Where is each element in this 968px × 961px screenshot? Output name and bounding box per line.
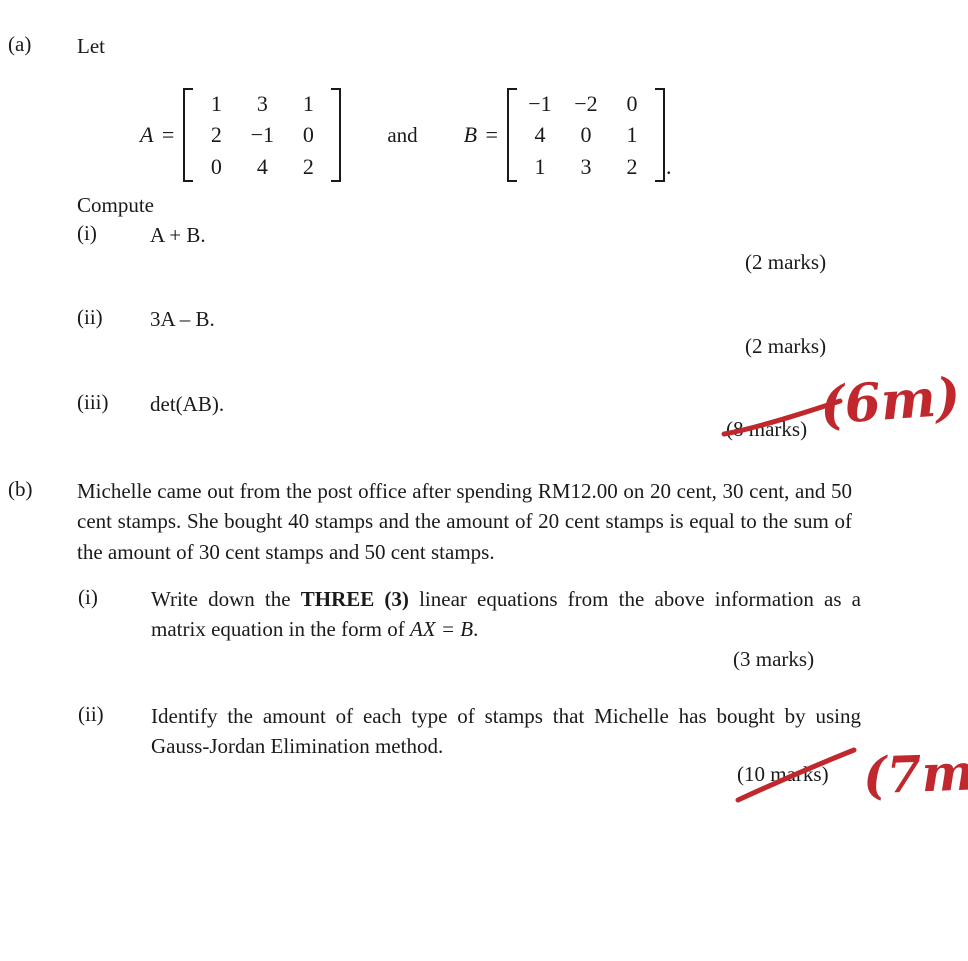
part-b-label: (b) [8, 477, 33, 501]
matrix-row: 2 −1 0 [193, 119, 331, 150]
bracket-right-icon [654, 88, 665, 183]
marks-allocation-struck: (8 marks) [726, 417, 808, 441]
part-b-item-i: (i) Write down the THREE (3) linear equa… [78, 584, 868, 645]
matrix-a-values: 1 3 1 2 −1 0 0 4 2 [193, 88, 331, 182]
marks-allocation: (3 marks) [733, 647, 815, 671]
matrix-cell: −1 [250, 122, 275, 148]
item-text-segment: Write down the [151, 587, 301, 611]
bracket-right-icon [331, 88, 342, 183]
matrix-cell: 3 [580, 153, 592, 179]
item-text: A + B. [150, 223, 206, 247]
matrix-a-name: A [140, 122, 154, 148]
matrix-b-group: B = −1 −2 0 4 0 1 1 3 2 . [463, 88, 672, 183]
matrix-b-values: −1 −2 0 4 0 1 1 3 2 [517, 88, 655, 182]
handwritten-annotation-7m: (7m) [862, 741, 968, 806]
matrix-row: 4 0 1 [517, 119, 655, 150]
matrix-cell: 2 [626, 153, 638, 179]
matrix-a-brackets: 1 3 1 2 −1 0 0 4 2 [183, 88, 342, 183]
matrix-row: 0 4 2 [193, 151, 331, 182]
matrix-b-name: B [463, 122, 478, 148]
conjunction-and: and [387, 122, 418, 147]
matrix-cell: 2 [302, 153, 314, 179]
part-b-item-ii: (ii) Identify the amount of each type of… [78, 701, 868, 762]
matrix-b-equals: = [484, 122, 499, 148]
matrix-cell: 2 [210, 122, 222, 148]
matrix-cell: 1 [210, 91, 222, 116]
item-text: det(AB). [150, 392, 225, 416]
exam-question-page: (a) Let A = 1 3 1 2 −1 0 0 4 2 and B = −… [0, 0, 968, 961]
matrix-row: 1 3 2 [517, 151, 655, 182]
item-text-italic: AX = B [409, 617, 474, 642]
item-text: Identify the amount of each type of stam… [151, 704, 861, 759]
matrix-cell: 0 [626, 91, 638, 116]
matrix-cell: 1 [626, 122, 638, 148]
marks-allocation: (2 marks) [745, 250, 827, 274]
matrix-cell: −1 [528, 91, 552, 116]
part-b-block: (b) Michelle came out from the post offi… [8, 476, 861, 567]
matrix-cell: 0 [210, 153, 222, 179]
matrix-cell: 1 [534, 153, 546, 179]
item-text-segment: . [473, 617, 479, 642]
matrix-definition-line: A = 1 3 1 2 −1 0 0 4 2 and B = −1 −2 0 4… [140, 88, 672, 183]
matrix-cell: 0 [302, 122, 314, 148]
matrix-cell: −2 [574, 91, 598, 116]
part-a-block: (a) Let [8, 31, 908, 61]
matrix-cell: 4 [256, 153, 268, 179]
part-a-item-i: (i) A + B. [77, 220, 577, 250]
matrix-a-equals: = [160, 122, 176, 148]
matrix-cell: 1 [302, 91, 314, 116]
item-label: (ii) [78, 702, 104, 726]
matrix-b-brackets: −1 −2 0 4 0 1 1 3 2 [506, 88, 665, 183]
part-a-item-iii: (iii) det(AB). [77, 389, 577, 419]
matrix-cell: 0 [580, 122, 592, 148]
matrix-a-group: A = 1 3 1 2 −1 0 0 4 2 [140, 88, 342, 183]
item-text: 3A – B. [150, 307, 215, 331]
compute-heading: Compute [77, 193, 154, 217]
matrix-row: 1 3 1 [193, 88, 331, 119]
item-label: (i) [78, 585, 98, 609]
matrix-b-period: . [665, 154, 672, 180]
marks-allocation-struck: (10 marks) [737, 762, 829, 786]
matrix-cell: 3 [256, 91, 268, 116]
handwritten-annotation-6m: (6m) [818, 366, 963, 437]
part-a-label: (a) [8, 32, 32, 56]
part-b-paragraph: Michelle came out from the post office a… [77, 479, 852, 564]
item-text: Write down the THREE (3) linear equation… [151, 584, 861, 645]
item-text-bold: THREE (3) [300, 587, 409, 611]
matrix-cell: 4 [534, 122, 546, 148]
item-label: (iii) [77, 390, 109, 414]
marks-allocation: (2 marks) [745, 334, 827, 358]
part-a-item-ii: (ii) 3A – B. [77, 304, 577, 334]
part-a-lead-text: Let [77, 34, 105, 58]
bracket-left-icon [506, 88, 517, 183]
bracket-left-icon [183, 88, 194, 183]
item-label: (i) [77, 221, 97, 245]
item-label: (ii) [77, 305, 103, 329]
matrix-row: −1 −2 0 [517, 88, 655, 119]
